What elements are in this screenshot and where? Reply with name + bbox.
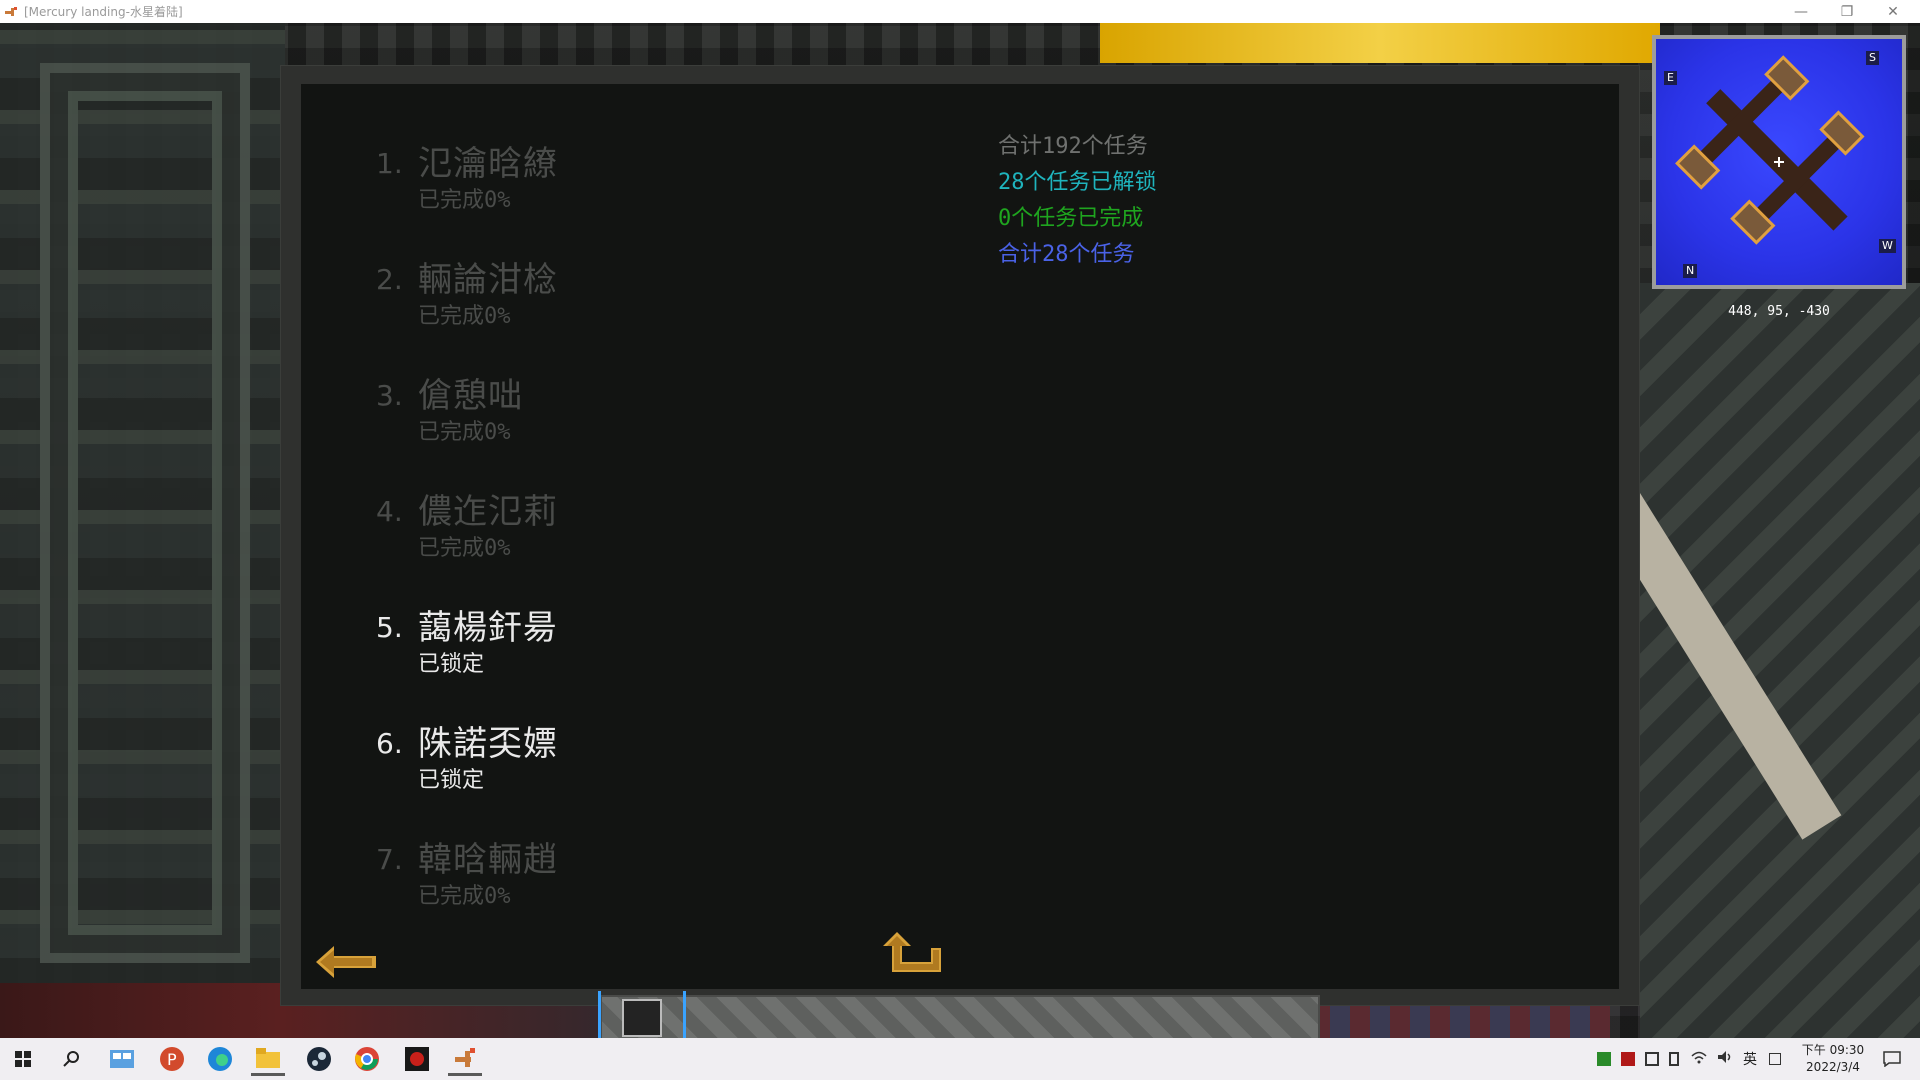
clock-time: 下午 09:30 xyxy=(1801,1043,1865,1057)
nvidia-icon[interactable] xyxy=(1597,1052,1611,1066)
compass-west: W xyxy=(1879,239,1896,253)
quest-name: 儂迮氾莉 xyxy=(418,492,558,532)
minimap-ship-icon xyxy=(1675,55,1865,245)
quest-name: 氾瀹晗繚 xyxy=(418,144,558,184)
red-app-icon[interactable] xyxy=(400,1042,434,1076)
clock-date: 2022/3/4 xyxy=(1806,1060,1860,1074)
window-titlebar: [Mercury landing-水星着陆] — ❐ ✕ xyxy=(0,0,1920,23)
quest-number: 7. xyxy=(376,843,403,876)
usb-icon[interactable] xyxy=(1669,1052,1679,1066)
volume-icon[interactable] xyxy=(1717,1050,1733,1068)
ime-mode-icon[interactable] xyxy=(1769,1053,1781,1065)
back-arrow-button[interactable] xyxy=(316,942,378,982)
quest-book-panel: 1. 氾瀹晗繚 已完成0% 2. 輛論泔棯 已完成0% 3. 傖憩咄 已完成0%… xyxy=(280,65,1640,1006)
return-arrow-icon xyxy=(883,932,941,972)
windows-taskbar: P 英 下午 09:30 2022/3/4 xyxy=(0,1038,1920,1080)
game-viewport[interactable]: 1. 氾瀹晗繚 已完成0% 2. 輛論泔棯 已完成0% 3. 傖憩咄 已完成0%… xyxy=(0,23,1920,1038)
close-button[interactable]: ✕ xyxy=(1870,0,1916,23)
compass-south: S xyxy=(1866,51,1879,65)
minecraft-app-icon xyxy=(5,6,17,16)
system-tray: 英 xyxy=(1597,1038,1781,1080)
quest-name: 傖憩咄 xyxy=(418,376,523,416)
minecraft-launcher-icon[interactable] xyxy=(448,1042,482,1076)
minimize-button[interactable]: — xyxy=(1778,0,1824,23)
quest-number: 2. xyxy=(376,263,403,296)
scene-yellow-block xyxy=(1100,23,1660,63)
quest-number: 3. xyxy=(376,379,403,412)
quest-status: 已完成0% xyxy=(418,188,511,213)
quest-status: 已完成0% xyxy=(418,304,511,329)
quest-status: 已锁定 xyxy=(418,652,485,677)
windows-start-icon[interactable] xyxy=(6,1042,40,1076)
quest-line-item[interactable]: 2. 輛論泔棯 已完成0% xyxy=(376,260,636,350)
summary-completed: 0个任务已完成 xyxy=(998,206,1144,231)
scene-wall-left xyxy=(0,23,285,1038)
ime-indicator[interactable]: 英 xyxy=(1743,1049,1757,1069)
quest-book-inner: 1. 氾瀹晗繚 已完成0% 2. 輛論泔棯 已完成0% 3. 傖憩咄 已完成0%… xyxy=(301,84,1619,989)
quest-line-item[interactable]: 6. 陎諾奀嫖 已锁定 xyxy=(376,724,636,814)
quest-status: 已完成0% xyxy=(418,420,511,445)
player-coordinates: 448, 95, -430 xyxy=(1728,304,1830,319)
hotbar-item xyxy=(622,999,662,1037)
arrow-left-icon xyxy=(316,946,376,978)
quest-number: 5. xyxy=(376,611,403,644)
quest-name: 陎諾奀嫖 xyxy=(418,724,558,764)
quest-line-item[interactable]: 3. 傖憩咄 已完成0% xyxy=(376,376,636,466)
notifications-icon[interactable] xyxy=(1875,1042,1909,1076)
amd-icon[interactable] xyxy=(1621,1052,1635,1066)
quest-status: 已锁定 xyxy=(418,768,485,793)
restore-button[interactable]: ❐ xyxy=(1824,0,1870,23)
quest-name: 輛論泔棯 xyxy=(418,260,558,300)
search-icon[interactable] xyxy=(55,1042,89,1076)
summary-total-shown: 合计28个任务 xyxy=(998,242,1135,267)
return-button[interactable] xyxy=(883,932,943,978)
svg-text:P: P xyxy=(167,1050,177,1069)
quest-status: 已完成0% xyxy=(418,884,511,909)
edge-icon[interactable] xyxy=(203,1042,237,1076)
app-p-icon[interactable]: P xyxy=(155,1042,189,1076)
quest-number: 1. xyxy=(376,147,403,180)
quest-name: 韓晗輛趙 xyxy=(418,840,558,880)
compass-east: E xyxy=(1664,71,1677,85)
minimap-view: E S W N xyxy=(1656,39,1902,285)
steam-icon[interactable] xyxy=(302,1042,336,1076)
chrome-icon[interactable] xyxy=(350,1042,384,1076)
quest-line-item[interactable]: 4. 儂迮氾莉 已完成0% xyxy=(376,492,636,582)
wifi-icon[interactable] xyxy=(1691,1050,1707,1068)
quest-status: 已完成0% xyxy=(418,536,511,561)
quest-number: 6. xyxy=(376,727,403,760)
scene-wall-right xyxy=(1640,283,1920,1038)
quest-line-item[interactable]: 1. 氾瀹晗繚 已完成0% xyxy=(376,144,636,234)
window-title: [Mercury landing-水星着陆] xyxy=(24,5,183,19)
summary-unlocked: 28个任务已解锁 xyxy=(998,170,1157,195)
quest-summary: 合计192个任务 28个任务已解锁 0个任务已完成 合计28个任务 xyxy=(998,129,1157,273)
quest-name: 藹楊釬昜 xyxy=(418,608,558,648)
compass-north: N xyxy=(1683,264,1698,278)
quest-number: 4. xyxy=(376,495,403,528)
task-view-icon[interactable] xyxy=(105,1042,139,1076)
quest-line-item[interactable]: 7. 韓晗輛趙 已完成0% xyxy=(376,840,636,930)
quest-line-item[interactable]: 5. 藹楊釬昜 已锁定 xyxy=(376,608,636,698)
defender-icon[interactable] xyxy=(1645,1052,1659,1066)
minimap: E S W N xyxy=(1652,35,1906,289)
hotbar xyxy=(598,991,1320,1038)
summary-total: 合计192个任务 xyxy=(998,134,1148,159)
file-explorer-icon[interactable] xyxy=(251,1042,285,1076)
taskbar-clock[interactable]: 下午 09:30 2022/3/4 xyxy=(1798,1042,1868,1076)
